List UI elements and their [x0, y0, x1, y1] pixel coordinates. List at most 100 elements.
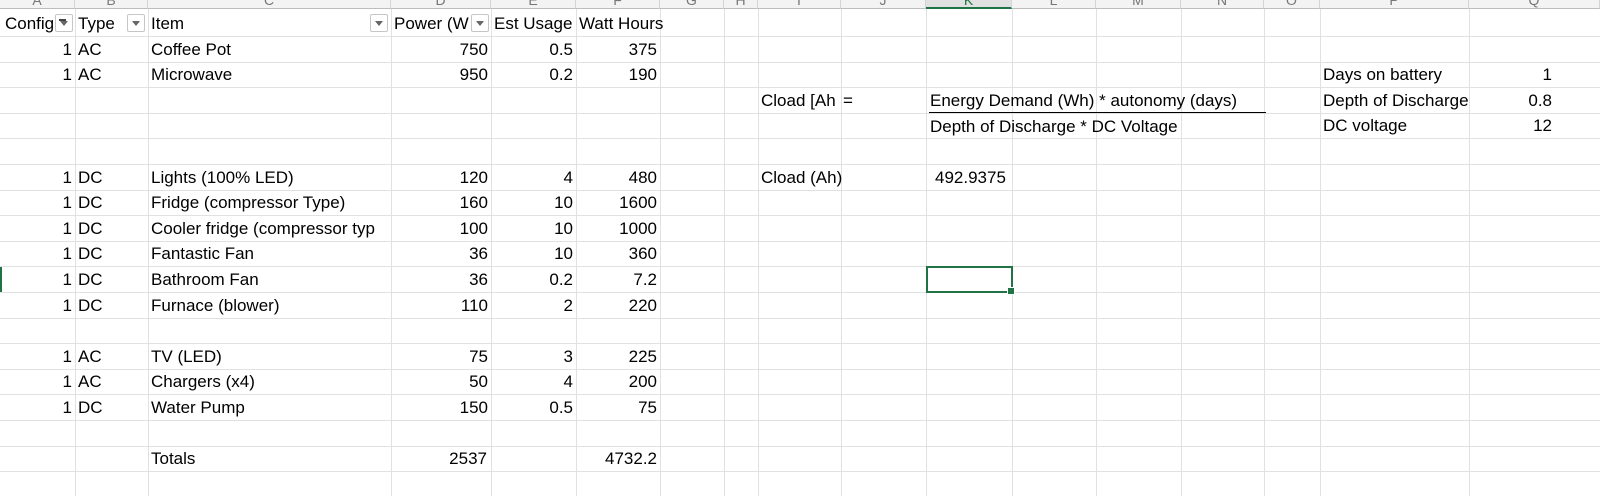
- fill-handle[interactable]: [1007, 287, 1015, 295]
- formula-numerator: Energy Demand (Wh) * autonomy (days): [930, 91, 1238, 110]
- filter-power-icon[interactable]: [471, 14, 489, 32]
- column-header-e[interactable]: E: [491, 0, 576, 9]
- cell-type: AC: [78, 40, 102, 59]
- active-row-marker: [0, 267, 2, 292]
- grid-vline: [660, 9, 661, 496]
- cell-item: Chargers (x4): [151, 372, 255, 391]
- cell-item: Coffee Pot: [151, 40, 232, 59]
- grid-vline: [1264, 9, 1265, 496]
- cell-item: Furnace (blower): [151, 296, 280, 315]
- formula-denominator: Depth of Discharge * DC Voltage: [930, 117, 1178, 136]
- param-value: 0.8: [1528, 91, 1552, 110]
- column-header-k[interactable]: K: [926, 0, 1012, 9]
- column-header-b[interactable]: B: [75, 0, 148, 9]
- filter-config-icon[interactable]: [55, 14, 73, 32]
- cell-power: 750: [459, 40, 488, 59]
- cell-config: 1: [62, 372, 72, 391]
- cell-type: DC: [78, 398, 103, 417]
- column-header-l[interactable]: L: [1012, 0, 1096, 9]
- cell-wh: 480: [628, 168, 657, 187]
- cell-config: 1: [62, 168, 72, 187]
- cell-config: 1: [62, 65, 72, 84]
- cell-config: 1: [62, 219, 72, 238]
- cell-config: 1: [62, 40, 72, 59]
- cell-type: AC: [78, 372, 102, 391]
- cload-result-value: 492.9375: [935, 168, 1006, 187]
- cell-usage: 0.5: [549, 398, 573, 417]
- cell-power: 36: [469, 270, 488, 289]
- grid-vline: [926, 9, 927, 496]
- column-header-h[interactable]: H: [724, 0, 758, 9]
- fraction-bar: [929, 112, 1266, 113]
- cell-usage: 0.5: [549, 40, 573, 59]
- filter-item-icon[interactable]: [370, 14, 388, 32]
- header-watt-hours: Watt Hours: [579, 14, 664, 33]
- column-header-f[interactable]: F: [576, 0, 660, 9]
- cell-type: DC: [78, 219, 103, 238]
- cload-equals: =: [843, 91, 853, 110]
- cell-config: 1: [62, 244, 72, 263]
- grid-vline: [1181, 9, 1182, 496]
- grid-vline: [1096, 9, 1097, 496]
- totals-label: Totals: [151, 449, 196, 468]
- spreadsheet-grid[interactable]: ABCDEFGHIJKLMNOPQ Config Type Item Power…: [0, 0, 1600, 496]
- param-value: 1: [1542, 65, 1552, 84]
- cell-config: 1: [62, 398, 72, 417]
- cell-usage: 3: [563, 347, 573, 366]
- cell-item: Lights (100% LED): [151, 168, 294, 187]
- grid-hline: [0, 471, 1600, 472]
- cell-power: 50: [469, 372, 488, 391]
- header-item: Item: [151, 14, 185, 33]
- selected-cell[interactable]: [926, 266, 1015, 295]
- grid-vline: [758, 9, 759, 496]
- totals-watt-hours: 4732.2: [605, 449, 657, 468]
- cell-usage: 10: [554, 244, 573, 263]
- cell-item: Fridge (compressor Type): [151, 193, 346, 212]
- cell-usage: 0.2: [549, 270, 573, 289]
- column-header-g[interactable]: G: [660, 0, 724, 9]
- cload-result-label: Cload (Ah): [761, 168, 843, 187]
- column-header-d[interactable]: D: [391, 0, 491, 9]
- column-header-j[interactable]: J: [841, 0, 926, 9]
- param-value: 12: [1533, 116, 1552, 135]
- column-header-c[interactable]: C: [148, 0, 391, 9]
- grid-vline: [724, 9, 725, 496]
- cell-usage: 2: [563, 296, 573, 315]
- cell-type: DC: [78, 270, 103, 289]
- cell-type: DC: [78, 244, 103, 263]
- grid-vline: [841, 9, 842, 496]
- cell-power: 160: [459, 193, 488, 212]
- cload-label: Cload [Ah: [761, 91, 836, 110]
- column-header-q[interactable]: Q: [1469, 0, 1600, 9]
- column-header-m[interactable]: M: [1096, 0, 1181, 9]
- cell-wh: 7.2: [633, 270, 657, 289]
- cell-usage: 10: [554, 219, 573, 238]
- cell-item: Fantastic Fan: [151, 244, 254, 263]
- totals-power: 2537: [449, 449, 487, 468]
- column-header-o[interactable]: O: [1264, 0, 1320, 9]
- grid-hline: [0, 420, 1600, 421]
- cell-type: DC: [78, 168, 103, 187]
- filter-type-icon[interactable]: [127, 14, 145, 32]
- cell-type: DC: [78, 296, 103, 315]
- grid-vline: [1012, 9, 1013, 496]
- cell-config: 1: [62, 347, 72, 366]
- cell-item: Water Pump: [151, 398, 245, 417]
- cell-wh: 360: [628, 244, 657, 263]
- cell-item: Cooler fridge (compressor typ: [151, 219, 375, 238]
- column-header-a[interactable]: A: [0, 0, 75, 9]
- param-label: DC voltage: [1323, 116, 1408, 135]
- cell-power: 950: [459, 65, 488, 84]
- cell-usage: 0.2: [549, 65, 573, 84]
- header-est-usage: Est Usage: [494, 14, 573, 33]
- cell-wh: 190: [628, 65, 657, 84]
- cell-usage: 4: [563, 372, 573, 391]
- column-header-n[interactable]: N: [1181, 0, 1264, 9]
- cell-item: Bathroom Fan: [151, 270, 259, 289]
- column-header-p[interactable]: P: [1320, 0, 1469, 9]
- cell-wh: 375: [628, 40, 657, 59]
- param-label: Depth of Discharge: [1323, 91, 1469, 110]
- cell-power: 120: [459, 168, 488, 187]
- cell-power: 150: [459, 398, 488, 417]
- column-header-i[interactable]: I: [758, 0, 841, 9]
